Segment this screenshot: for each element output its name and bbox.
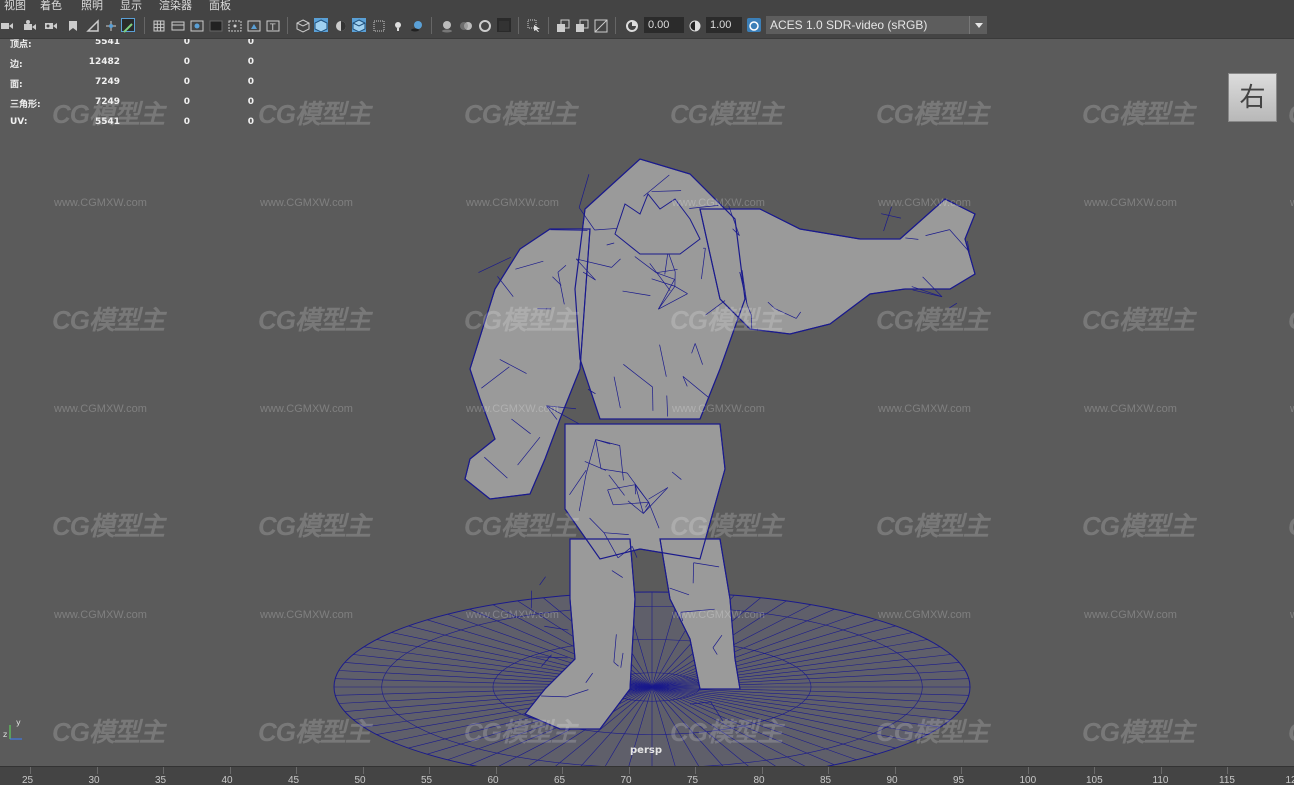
timeline-tick: [828, 767, 829, 774]
isolate-select-icon[interactable]: [527, 18, 541, 32]
hud-label: 顶点:: [10, 39, 32, 50]
wireframe-on-shaded-icon[interactable]: [352, 18, 366, 32]
menu-show[interactable]: 显示: [120, 0, 142, 13]
gamma-icon[interactable]: [688, 18, 702, 32]
xray-joints-icon[interactable]: [556, 18, 570, 32]
timeline-tick: [296, 767, 297, 774]
3d-viewport[interactable]: CG模型主CG模型主CG模型主CG模型主CG模型主CG模型主CG模型主CG模型主…: [0, 39, 1294, 766]
bookmark-icon[interactable]: [44, 18, 58, 32]
time-slider[interactable]: 2530354045505560657075808590951001051101…: [0, 766, 1294, 785]
hud-label: UV:: [10, 117, 27, 127]
hud-selected-value: 0: [180, 97, 190, 107]
transform-icon[interactable]: [104, 18, 118, 32]
select-camera-icon[interactable]: [0, 18, 14, 32]
backface-culling-icon[interactable]: [594, 18, 608, 32]
xray-active-icon[interactable]: [575, 18, 589, 32]
menu-view[interactable]: 视图: [4, 0, 26, 13]
timeline-tick: [762, 767, 763, 774]
safe-action-icon[interactable]: [247, 18, 261, 32]
wireframe-icon[interactable]: [296, 18, 310, 32]
timeline-tick: [163, 767, 164, 774]
hud-highlighted-value: 0: [244, 39, 254, 47]
grease-pencil-icon[interactable]: [121, 18, 135, 32]
hud-highlighted-value: 0: [244, 57, 254, 67]
image-plane-icon[interactable]: [66, 18, 80, 32]
hud-label: 面:: [10, 77, 23, 90]
motion-blur-icon[interactable]: [459, 18, 473, 32]
svg-text:T: T: [269, 23, 276, 33]
grid-icon[interactable]: [152, 18, 166, 32]
xray-icon[interactable]: [372, 18, 386, 32]
field-chart-icon[interactable]: [228, 18, 242, 32]
timeline-tick: [97, 767, 98, 774]
menu-lighting[interactable]: 照明: [81, 0, 103, 13]
hud-label: 三角形:: [10, 97, 41, 110]
resolution-gate-icon[interactable]: [190, 18, 204, 32]
hud-selected-value: 0: [180, 77, 190, 87]
timeline-tick: [695, 767, 696, 774]
menu-renderer[interactable]: 渲染器: [159, 0, 192, 13]
depth-of-field-icon[interactable]: [497, 18, 511, 32]
hud-highlighted-value: 0: [244, 97, 254, 107]
color-space-value: ACES 1.0 SDR-video (sRGB): [770, 18, 927, 32]
timeline-tick: [895, 767, 896, 774]
timeline-tick: [1161, 767, 1162, 774]
hud-selected-value: 0: [180, 57, 190, 67]
chevron-down-icon: [969, 16, 987, 34]
hud-total-value: 5541: [60, 39, 120, 47]
gate-mask-icon[interactable]: [209, 18, 223, 32]
timeline-tick: [1028, 767, 1029, 774]
default-material-icon[interactable]: [334, 18, 348, 32]
menu-panels[interactable]: 面板: [209, 0, 231, 13]
color-management-icon[interactable]: [747, 18, 761, 32]
use-default-lighting-icon[interactable]: [391, 18, 405, 32]
timeline-tick: [230, 767, 231, 774]
timeline-tick: [562, 767, 563, 774]
hud-total-value: 5541: [60, 117, 120, 127]
smooth-shade-icon[interactable]: [314, 18, 328, 32]
film-gate-icon[interactable]: [171, 18, 185, 32]
timeline-tick: [1094, 767, 1095, 774]
hud-total-value: 7249: [60, 77, 120, 87]
timeline-tick: [961, 767, 962, 774]
wireframe-model: [0, 39, 1294, 766]
multisample-aa-icon[interactable]: [478, 18, 492, 32]
hud-highlighted-value: 0: [244, 77, 254, 87]
hud-total-value: 12482: [60, 57, 120, 67]
timeline-tick: [429, 767, 430, 774]
timeline-tick: [629, 767, 630, 774]
hud-highlighted-value: 0: [244, 117, 254, 127]
color-space-dropdown[interactable]: ACES 1.0 SDR-video (sRGB): [766, 16, 987, 34]
axis-y-label: y: [16, 718, 21, 727]
hud-selected-value: 0: [180, 117, 190, 127]
panel-toolbar: T 0.00 1.00 ACES 1.0 SDR-video (sRGB): [0, 13, 1294, 39]
camera-name-label: persp: [630, 745, 662, 756]
axis-z-label: z: [3, 730, 7, 739]
axis-gizmo: y z: [2, 715, 32, 745]
exposure-icon[interactable]: [625, 18, 639, 32]
timeline-tick: [30, 767, 31, 774]
shadows-icon[interactable]: [410, 18, 424, 32]
gamma-field[interactable]: 1.00: [706, 17, 742, 33]
menu-shading[interactable]: 着色: [40, 0, 62, 13]
timeline-tick: [1227, 767, 1228, 774]
camera-attributes-icon[interactable]: [23, 18, 37, 32]
timeline-tick: [496, 767, 497, 774]
screen-space-ao-icon[interactable]: [440, 18, 454, 32]
view-cube-face-label: 右: [1229, 74, 1276, 121]
hud-total-value: 7249: [60, 97, 120, 107]
exposure-field[interactable]: 0.00: [644, 17, 684, 33]
view-cube[interactable]: 右: [1228, 73, 1277, 122]
hud-selected-value: 0: [180, 39, 190, 47]
panel-menu-bar: 视图 着色 照明 显示 渲染器 面板: [0, 0, 1294, 13]
timeline-tick: [363, 767, 364, 774]
safe-title-icon[interactable]: T: [266, 18, 280, 32]
2d-pan-zoom-icon[interactable]: [86, 18, 100, 32]
hud-label: 边:: [10, 57, 23, 70]
